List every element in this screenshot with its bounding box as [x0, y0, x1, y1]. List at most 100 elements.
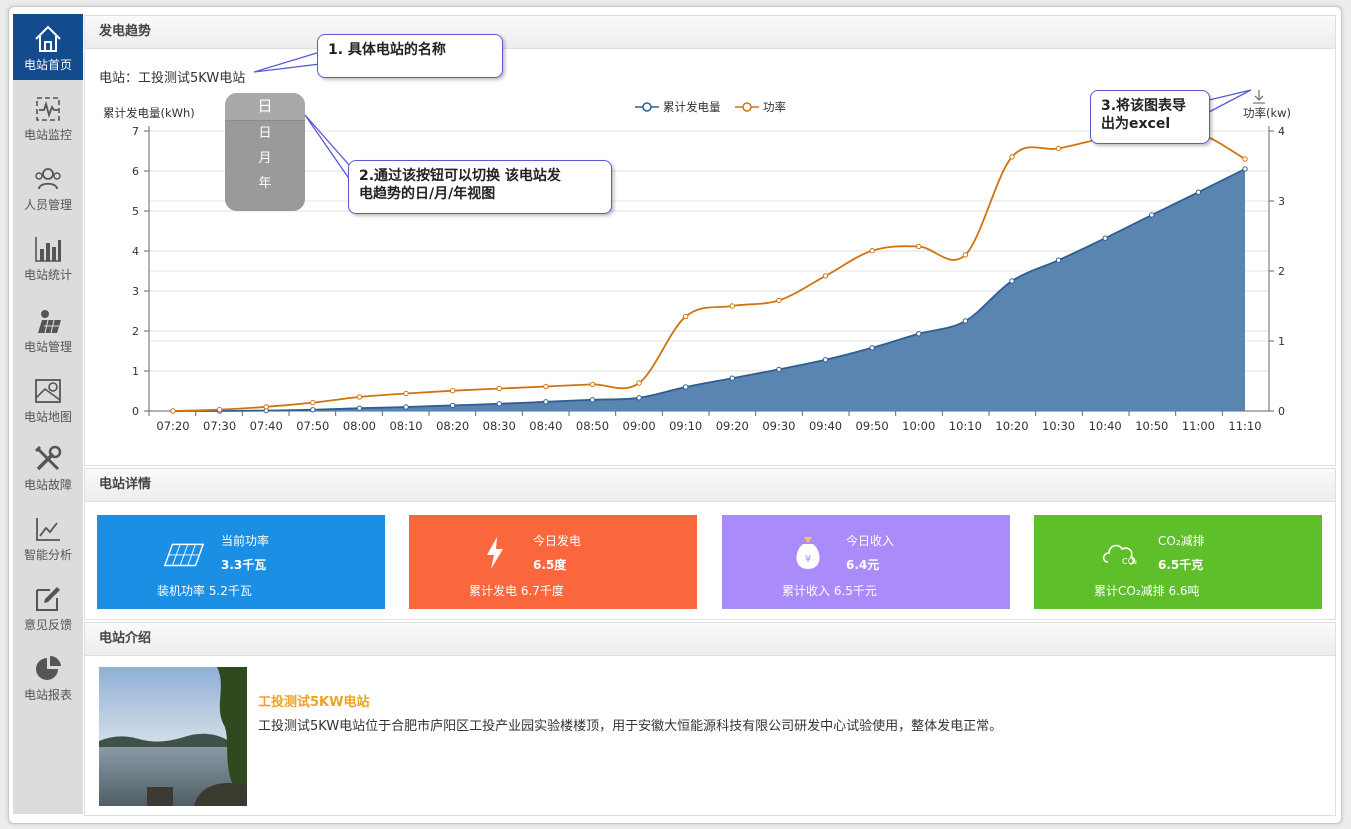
- period-option-month[interactable]: 月: [225, 146, 305, 171]
- money-bag-icon: ¥: [784, 533, 832, 573]
- intro-panel: 电站介绍 工投测试5KW电站 工投测试5KW电站位于合肥市庐阳区工投产业园实验楼…: [84, 622, 1336, 816]
- nav-item-analysis[interactable]: 智能分析: [13, 504, 83, 570]
- x-tick-label: 09:50: [856, 419, 889, 433]
- data-point: [822, 357, 829, 363]
- bar-stats-icon: [33, 234, 63, 264]
- period-switcher[interactable]: 日 日 月 年: [225, 93, 305, 211]
- nav-item-report[interactable]: 电站报表: [13, 644, 83, 710]
- card-title: 当前功率: [221, 534, 270, 548]
- y-axis-right-label: 功率(kw): [1243, 106, 1291, 120]
- data-point: [543, 383, 549, 390]
- nav-item-map[interactable]: 电站地图: [13, 366, 83, 432]
- data-point: [449, 388, 456, 394]
- data-point: [1242, 156, 1248, 162]
- nav-item-feedback[interactable]: 意见反馈: [13, 574, 83, 640]
- callout-text: 电趋势的日/月/年视图: [359, 186, 496, 202]
- download-icon[interactable]: [1251, 89, 1267, 108]
- card-today-income[interactable]: ¥ 今日收入 6.4元 累计收入 6.5千元: [722, 515, 1010, 609]
- nav-item-manage[interactable]: 电站管理: [13, 296, 83, 362]
- x-tick-label: 08:40: [529, 419, 562, 433]
- x-tick-label: 07:40: [250, 419, 283, 433]
- y-left-tick-label: 7: [132, 125, 139, 138]
- nav-item-monitor[interactable]: 电站监控: [13, 84, 83, 150]
- legend-swatch-marker: [642, 102, 652, 112]
- sidebar: 电站首页 电站监控 人员管理 电站统计 电站管理 电站地图 电站故障 智能分析 …: [13, 14, 83, 814]
- x-tick-label: 09:40: [809, 419, 842, 433]
- x-tick-label: 10:40: [1089, 419, 1122, 433]
- x-tick-label: 10:00: [902, 419, 935, 433]
- station-photo: [99, 667, 247, 806]
- data-point: [1195, 189, 1202, 195]
- data-point: [916, 331, 922, 337]
- data-point: [916, 243, 922, 250]
- nav-item-stats[interactable]: 电站统计: [13, 224, 83, 290]
- tools-icon: [33, 444, 63, 474]
- y-left-tick-label: 1: [132, 365, 139, 378]
- monitor-icon: [33, 94, 63, 124]
- data-point: [496, 385, 502, 392]
- data-point: [170, 408, 176, 414]
- nav-label: 电站管理: [23, 340, 72, 354]
- callout-text: 3.将该图表导: [1101, 98, 1187, 114]
- data-point: [356, 405, 363, 411]
- nav-item-home[interactable]: 电站首页: [13, 14, 83, 80]
- x-tick-label: 09:10: [669, 419, 702, 433]
- x-tick-label: 09:30: [762, 419, 795, 433]
- intro-title: 工投测试5KW电站: [258, 695, 370, 710]
- home-icon: [33, 24, 63, 54]
- solar-panel-icon: [159, 533, 207, 573]
- card-today-energy[interactable]: 今日发电 6.5度 累计发电 6.7千度: [409, 515, 697, 609]
- x-tick-label: 10:20: [995, 419, 1028, 433]
- x-tick-label: 10:30: [1042, 419, 1075, 433]
- svg-text:CO₂: CO₂: [1122, 557, 1137, 566]
- card-title: 今日发电: [533, 534, 582, 548]
- data-point: [682, 313, 689, 320]
- card-value: 6.4元: [846, 558, 880, 572]
- card-co2-reduction[interactable]: CO₂ CO₂减排 6.5千克 累计CO₂减排 6.6吨: [1034, 515, 1322, 609]
- y-left-tick-label: 6: [132, 165, 139, 178]
- data-point: [962, 252, 969, 258]
- data-point: [682, 384, 689, 390]
- data-point: [776, 366, 782, 373]
- nav-item-fault[interactable]: 电站故障: [13, 434, 83, 500]
- callout-text: 2.通过该按钮可以切换 该电站发: [359, 168, 561, 184]
- data-point: [869, 345, 875, 351]
- nav-label: 电站报表: [23, 688, 72, 702]
- legend-entry[interactable]: 功率: [763, 100, 786, 114]
- data-point: [1009, 154, 1015, 160]
- details-header: 电站详情: [85, 469, 1335, 502]
- data-point: [729, 375, 736, 381]
- period-selected[interactable]: 日: [225, 93, 305, 121]
- y-left-tick-label: 5: [132, 205, 139, 218]
- card-current-power[interactable]: 当前功率 3.3千瓦 装机功率 5.2千瓦: [97, 515, 385, 609]
- x-tick-label: 07:20: [156, 419, 189, 433]
- data-point: [636, 380, 642, 386]
- card-footer: 累计收入 6.5千元: [782, 584, 877, 598]
- callout-export: 3.将该图表导 出为excel: [1090, 90, 1210, 144]
- card-title: CO₂减排: [1158, 534, 1205, 548]
- people-icon: [33, 164, 63, 194]
- x-tick-label: 10:50: [1135, 419, 1168, 433]
- intro-header: 电站介绍: [85, 623, 1335, 656]
- card-footer: 装机功率 5.2千瓦: [157, 584, 252, 598]
- period-option-year[interactable]: 年: [225, 171, 305, 196]
- nav-item-people[interactable]: 人员管理: [13, 154, 83, 220]
- period-option-day[interactable]: 日: [225, 121, 305, 146]
- x-tick-label: 07:30: [203, 419, 236, 433]
- data-point: [356, 394, 363, 400]
- y-right-tick-label: 0: [1278, 405, 1285, 418]
- card-footer: 累计CO₂减排 6.6吨: [1094, 584, 1200, 598]
- data-point: [589, 381, 596, 388]
- nav-label: 电站地图: [23, 410, 72, 424]
- data-point: [1149, 212, 1155, 218]
- y-right-tick-label: 4: [1278, 125, 1285, 138]
- data-point: [869, 248, 875, 254]
- x-tick-label: 09:00: [623, 419, 656, 433]
- co2-cloud-icon: CO₂: [1096, 533, 1144, 573]
- x-tick-label: 08:00: [343, 419, 376, 433]
- x-tick-label: 07:50: [296, 419, 329, 433]
- analysis-icon: [33, 514, 63, 544]
- legend-entry[interactable]: 累计发电量: [663, 100, 721, 114]
- y-right-tick-label: 2: [1278, 265, 1285, 278]
- callout-text: 1. 具体电站的名称: [328, 42, 446, 58]
